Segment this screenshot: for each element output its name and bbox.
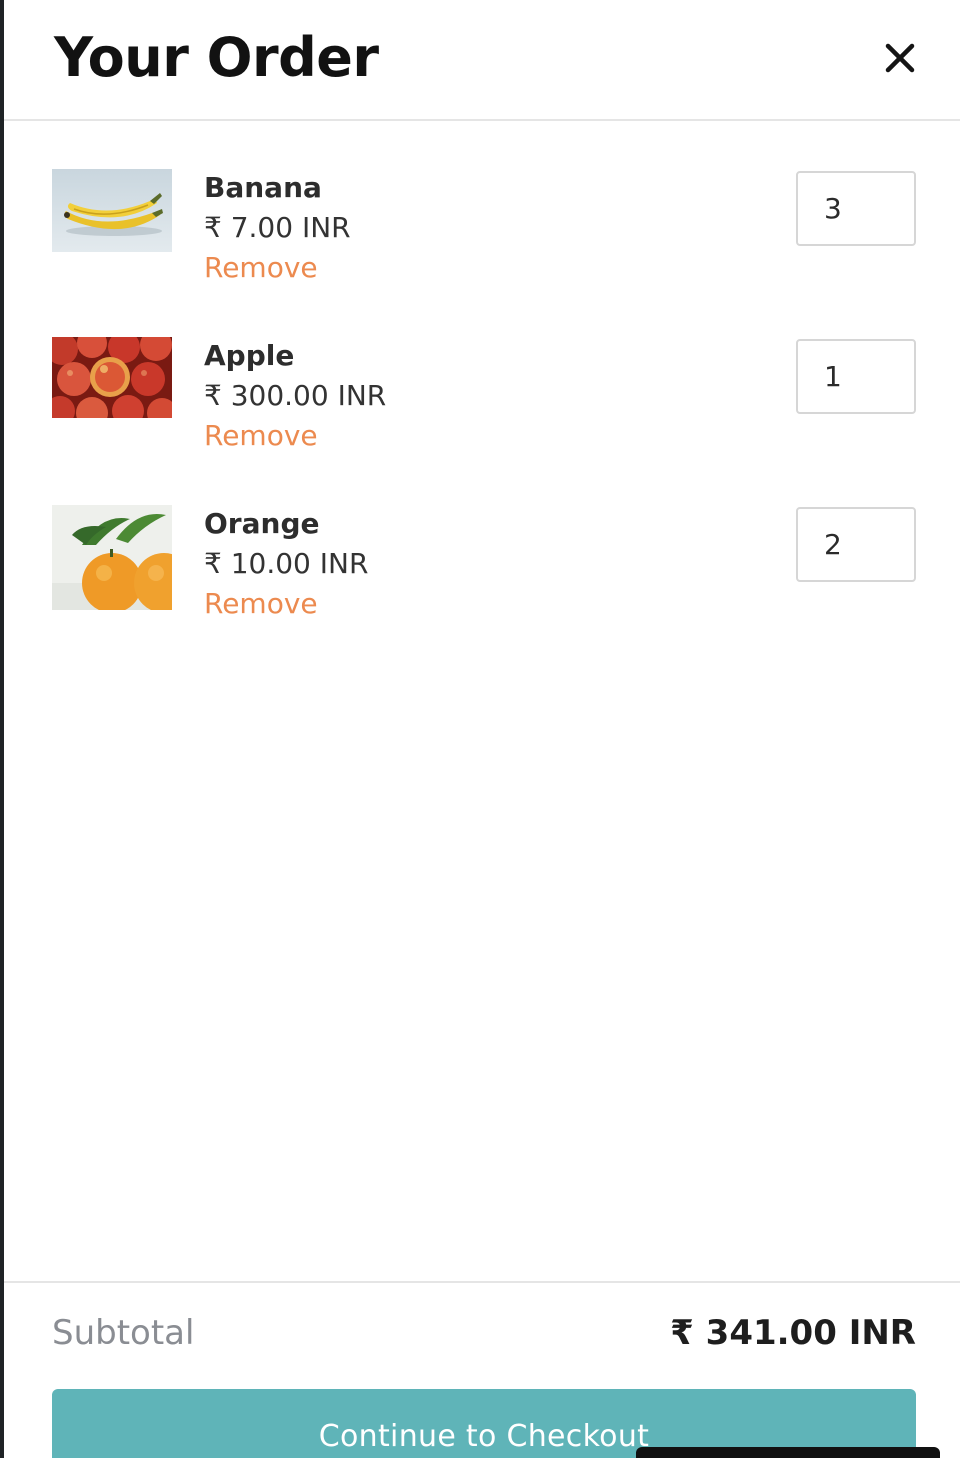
overlay-bar (636, 1447, 940, 1458)
page-title: Your Order (54, 26, 379, 89)
subtotal-value: ₹ 341.00 INR (670, 1313, 916, 1353)
item-price: ₹ 300.00 INR (204, 379, 387, 412)
subtotal-label: Subtotal (52, 1313, 195, 1353)
apple-image (52, 337, 172, 418)
item-name: Banana (204, 171, 322, 204)
close-icon (885, 43, 915, 73)
cart-item-banana: Banana ₹ 7.00 INR Remove (52, 169, 920, 299)
banana-image (52, 169, 172, 252)
order-header: Your Order (4, 0, 960, 121)
remove-button[interactable]: Remove (204, 251, 318, 284)
orange-image (52, 505, 172, 610)
background-edge (0, 0, 4, 1458)
remove-button[interactable]: Remove (204, 419, 318, 452)
cart-item-apple: Apple ₹ 300.00 INR Remove (52, 337, 920, 467)
item-price: ₹ 10.00 INR (204, 547, 369, 580)
quantity-input[interactable] (796, 507, 916, 582)
item-name: Apple (204, 339, 295, 372)
item-name: Orange (204, 507, 320, 540)
close-button[interactable] (878, 36, 922, 80)
item-price: ₹ 7.00 INR (204, 211, 351, 244)
quantity-input[interactable] (796, 171, 916, 246)
cart-item-orange: Orange ₹ 10.00 INR Remove (52, 505, 920, 635)
order-footer: Subtotal ₹ 341.00 INR Continue to Checko… (4, 1281, 960, 1458)
remove-button[interactable]: Remove (204, 587, 318, 620)
quantity-input[interactable] (796, 339, 916, 414)
